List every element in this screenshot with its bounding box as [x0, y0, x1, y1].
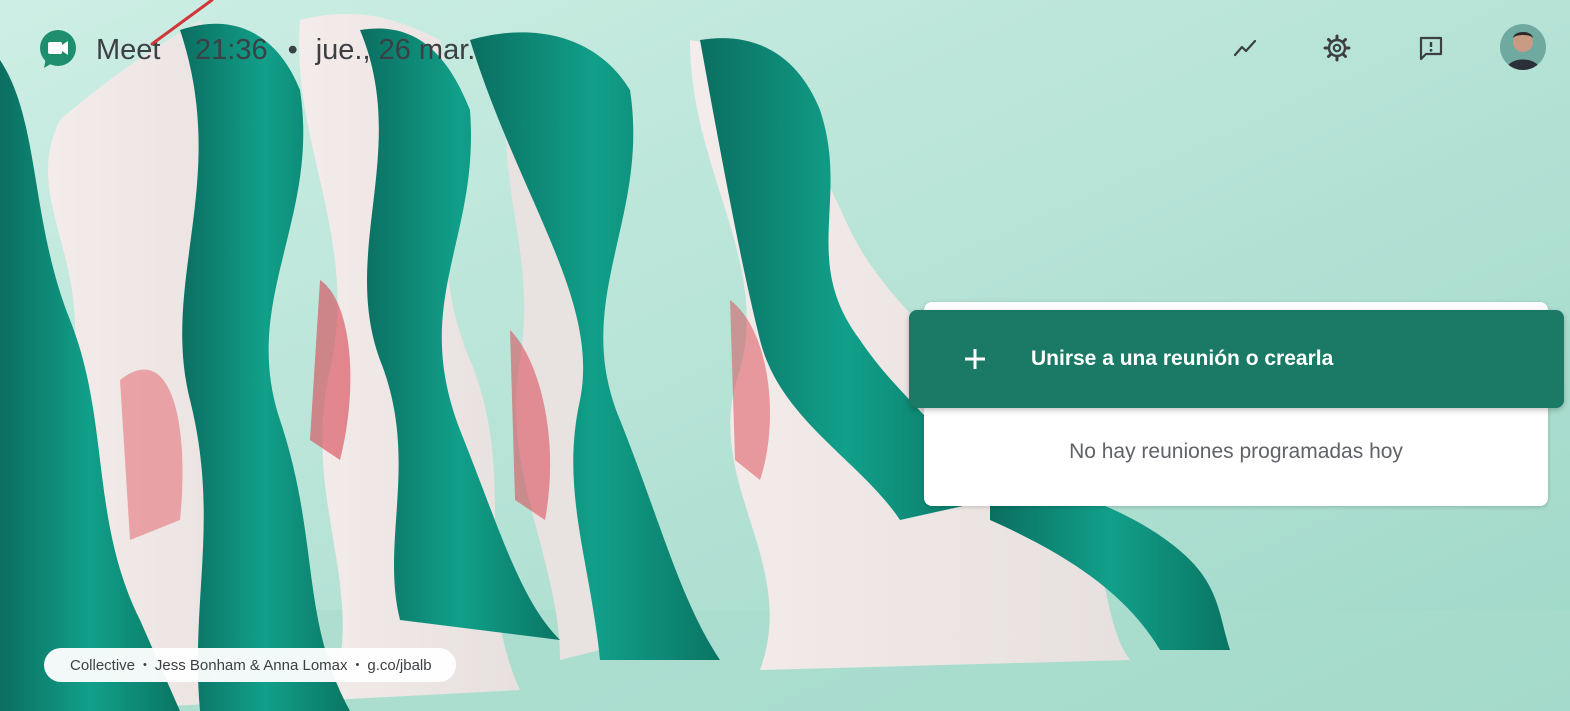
account-avatar[interactable] [1500, 24, 1546, 70]
credit-authors: Jess Bonham & Anna Lomax [154, 656, 348, 674]
credit-title: Collective [70, 656, 136, 674]
time-date-separator: • [287, 34, 298, 66]
credit-separator: • [355, 659, 360, 671]
app-name: Meet [96, 34, 161, 66]
credit-link[interactable]: g.co/jbalb [367, 657, 431, 674]
top-bar: Meet 21:36 • jue., 26 mar. [0, 0, 1570, 100]
settings-gear-icon[interactable] [1319, 30, 1355, 66]
current-date: jue., 26 mar. [315, 34, 476, 66]
date-time: 21:36 • jue., 26 mar. [195, 34, 475, 67]
plus-icon [965, 349, 985, 369]
join-button-label: Unirse a una reunión o crearla [1031, 347, 1334, 370]
meet-logo-icon [40, 30, 76, 68]
current-time: 21:36 [195, 34, 268, 66]
no-meetings-message: No hay reuniones programadas hoy [1069, 440, 1403, 463]
activity-trend-icon[interactable] [1228, 30, 1264, 66]
join-or-create-meeting-button[interactable]: Unirse a una reunión o crearla [909, 310, 1564, 408]
credit-separator: • [143, 659, 147, 671]
background-credit: Collective • Jess Bonham & Anna Lomax • … [44, 648, 456, 682]
feedback-icon[interactable] [1413, 30, 1449, 66]
